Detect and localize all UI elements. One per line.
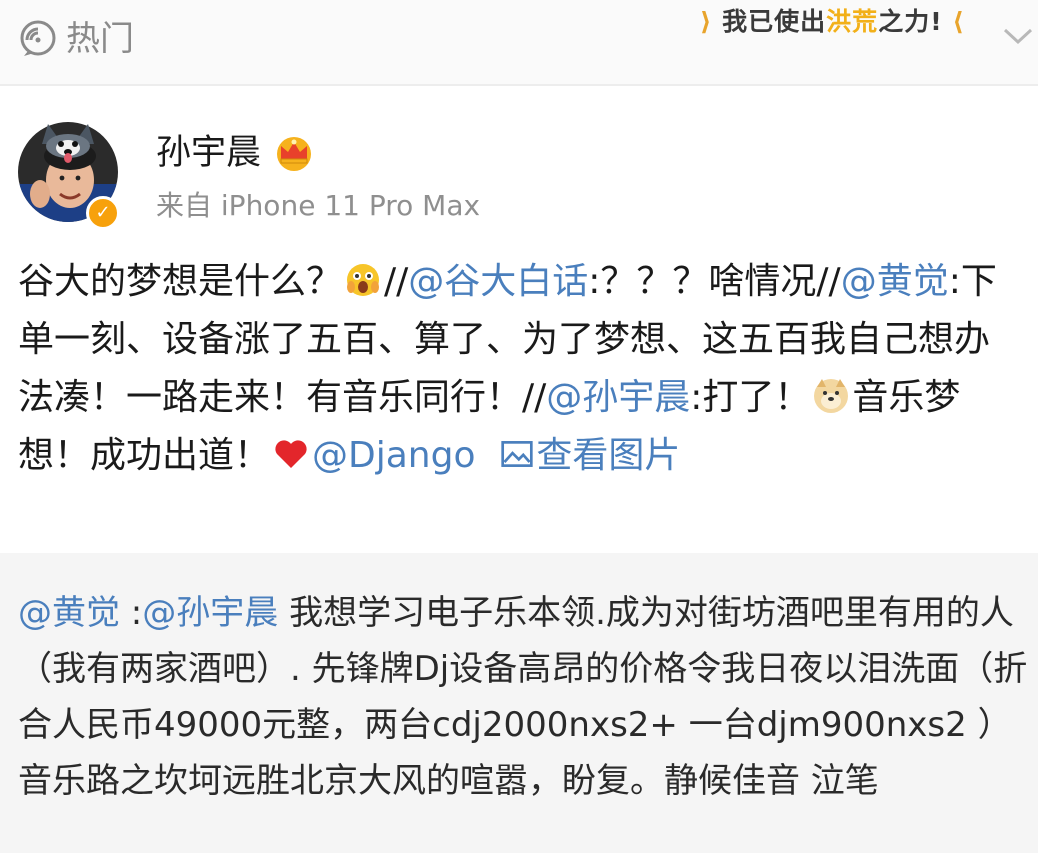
- post-source: 来自 iPhone 11 Pro Max: [156, 189, 481, 222]
- banner-text-post: 之力: [878, 7, 931, 36]
- heart-emoji: [275, 440, 307, 468]
- post-text-2: //: [384, 261, 409, 302]
- hot-tab-label[interactable]: 热门: [66, 17, 134, 61]
- banner-exclaim: !: [930, 7, 943, 36]
- mention-link[interactable]: @Django: [312, 435, 475, 476]
- view-image-label[interactable]: 查看图片: [536, 435, 680, 476]
- mention-link[interactable]: @黄觉: [841, 261, 949, 302]
- post-body: 谷大的梦想是什么？//@谷大白话:？？？啥情况//@黄觉:下单一刻、设备涨了五百…: [18, 253, 1018, 485]
- sparkle-left-icon: ⟩: [700, 7, 713, 36]
- post-text-3: :？？？啥情况//: [588, 261, 841, 302]
- sparkle-right-icon: ⟨: [952, 7, 965, 36]
- image-icon: [501, 441, 534, 467]
- post-text-1: 谷大的梦想是什么？: [18, 261, 343, 302]
- verified-badge-icon: ✓: [86, 196, 120, 230]
- banner-text-pre: 我已使出: [722, 7, 827, 36]
- promo-banner: ⟩ 我已使出洪荒之力! ⟨: [700, 4, 1000, 40]
- view-image-link[interactable]: 查看图片: [476, 435, 680, 476]
- top-bar: 热门 ⟩ 我已使出洪荒之力! ⟨: [0, 0, 1038, 86]
- post-text-5: :打了！: [690, 377, 811, 418]
- mention-link[interactable]: @孙宇晨: [546, 377, 690, 418]
- trending-icon[interactable]: [18, 18, 58, 58]
- author-name[interactable]: 孙宇晨: [156, 130, 261, 176]
- quote-colon: :: [120, 593, 143, 633]
- mention-link[interactable]: @谷大白话: [408, 261, 588, 302]
- quoted-post-body: @黄觉 :@孙宇晨 我想学习电子乐本领.成为对街坊酒吧里有用的人（我有两家酒吧）…: [18, 585, 1030, 809]
- chevron-down-icon[interactable]: [1002, 26, 1034, 46]
- banner-text-highlight: 洪荒: [826, 7, 879, 36]
- doge-emoji: [814, 379, 849, 413]
- crown-icon[interactable]: [272, 132, 316, 172]
- mention-link[interactable]: @黄觉: [18, 593, 120, 633]
- surprised-face-emoji: [347, 264, 380, 296]
- mention-link[interactable]: @孙宇晨: [142, 593, 278, 633]
- quoted-post[interactable]: @黄觉 :@孙宇晨 我想学习电子乐本领.成为对街坊酒吧里有用的人（我有两家酒吧）…: [0, 553, 1038, 853]
